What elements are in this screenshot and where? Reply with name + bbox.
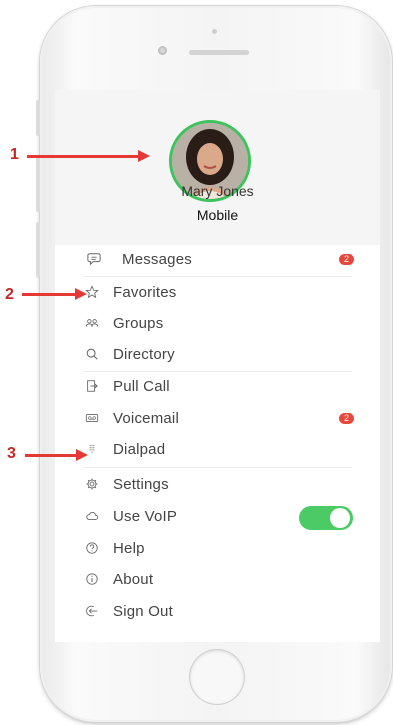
toggle-knob (330, 508, 350, 528)
help-icon (86, 542, 98, 554)
messages-badge: 2 (339, 254, 354, 265)
annotation-arrow-2 (22, 293, 76, 296)
voicemail-badge: 2 (339, 413, 354, 424)
directory-label: Directory (113, 346, 175, 363)
profile-header: Mary Jones Mobile (55, 90, 380, 245)
menu-item-favorites[interactable]: Favorites (55, 278, 380, 308)
pull-call-icon (87, 380, 98, 392)
mute-switch (36, 100, 40, 136)
favorites-label: Favorites (113, 284, 177, 301)
menu-item-directory[interactable]: Directory (55, 340, 380, 370)
menu-item-settings[interactable]: Settings (55, 470, 380, 500)
menu-item-voicemail[interactable]: Voicemail 2 (55, 404, 380, 434)
line-type: Mobile (196, 207, 239, 223)
use-voip-toggle[interactable] (299, 506, 353, 530)
dialpad-label: Dialpad (113, 441, 166, 458)
sign-out-label: Sign Out (113, 603, 173, 620)
voicemail-icon (85, 414, 99, 422)
menu-item-pull-call[interactable]: Pull Call (55, 372, 380, 402)
annotation-arrow-1 (27, 155, 139, 158)
search-icon (86, 348, 98, 360)
pull-call-label: Pull Call (113, 378, 170, 395)
profile-name: Mary Jones (181, 183, 254, 199)
groups-label: Groups (113, 315, 164, 332)
help-label: Help (113, 540, 145, 557)
divider (83, 467, 351, 468)
settings-label: Settings (113, 476, 169, 493)
menu-item-messages[interactable]: Messages 2 (55, 245, 380, 275)
home-button[interactable] (190, 650, 244, 704)
use-voip-label: Use VoIP (113, 508, 178, 525)
menu-item-groups[interactable]: Groups (55, 309, 380, 339)
annotation-number-2: 2 (5, 286, 14, 303)
voicemail-label: Voicemail (113, 410, 179, 427)
annotation-arrowhead-3 (76, 449, 88, 461)
menu-item-about[interactable]: About (55, 565, 380, 595)
chat-bubble-icon (87, 253, 101, 266)
earpiece-speaker (189, 50, 249, 55)
menu-list: Messages 2 Favorites Groups Directory Pu… (55, 245, 380, 642)
annotation-arrow-3 (25, 454, 77, 457)
about-label: About (113, 571, 154, 588)
front-camera (158, 46, 167, 55)
annotation-number-1: 1 (10, 146, 19, 163)
gear-icon (86, 478, 98, 490)
annotation-arrowhead-1 (138, 150, 150, 162)
app-screen: Mary Jones Mobile Messages 2 Favorites G… (55, 90, 380, 642)
menu-item-sign-out[interactable]: Sign Out (55, 597, 380, 627)
groups-icon (85, 319, 99, 327)
annotation-arrowhead-2 (75, 288, 87, 300)
annotation-number-3: 3 (7, 445, 16, 462)
menu-item-dialpad[interactable]: Dialpad (55, 435, 380, 465)
divider (83, 276, 351, 277)
volume-up-button (36, 156, 40, 212)
messages-label: Messages (122, 251, 192, 268)
info-icon (86, 573, 98, 585)
cloud-icon (86, 512, 99, 520)
sign-out-icon (86, 605, 98, 617)
star-icon (85, 285, 99, 299)
menu-item-use-voip[interactable]: Use VoIP (55, 502, 380, 532)
menu-item-help[interactable]: Help (55, 534, 380, 564)
volume-down-button (36, 222, 40, 278)
proximity-sensor (212, 29, 217, 34)
